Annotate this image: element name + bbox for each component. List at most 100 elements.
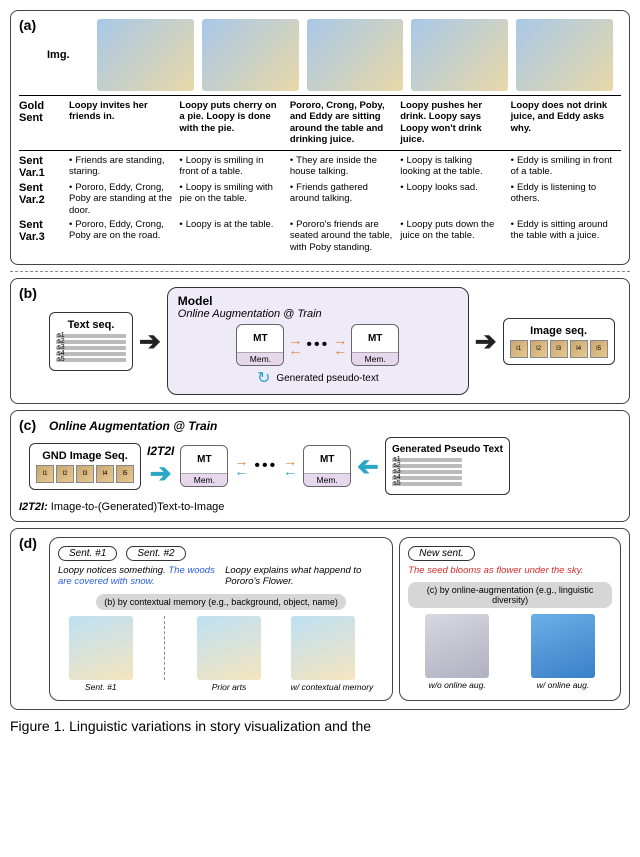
var1-2: Loopy is smiling in front of a table. <box>179 155 289 178</box>
d-cap: w/ contextual memory <box>291 682 374 692</box>
result-image <box>197 616 261 680</box>
text-seq-lines: s1 s2 s3 s4 s5 <box>56 334 126 362</box>
seq-img: I5 <box>590 340 608 358</box>
story-image-3 <box>307 19 404 91</box>
newsent-tab: New sent. <box>408 546 474 561</box>
var3-5: Eddy is sitting around the table with a … <box>511 219 621 242</box>
mt-block: MT Mem. <box>351 324 399 366</box>
model-box: Model Online Augmentation @ Train MT Mem… <box>167 287 469 395</box>
pill-c: (c) by online-augmentation (e.g., lingui… <box>408 582 612 608</box>
s-label: s1 <box>56 334 66 338</box>
image-seq-box: Image seq. I1 I2 I3 I4 I5 <box>503 318 615 365</box>
text-seq-title: Text seq. <box>56 319 126 331</box>
gold-label: Gold Sent <box>19 100 69 124</box>
newsent-text: The seed blooms as flower under the sky. <box>408 565 612 576</box>
i2t2i-caption-bold: I2T2I: <box>19 501 48 513</box>
pseudo-text-box: Generated Pseudo Text s1 s2 s3 s4 s5 <box>385 437 510 495</box>
panel-a-image-row: Img. <box>19 19 621 91</box>
mt-block: MT Mem. <box>180 445 228 487</box>
seq-img: I5 <box>116 465 134 483</box>
var3-row: Sent Var.3 Pororo, Eddy, Crong, Poby are… <box>19 219 621 253</box>
arrow-right-icon: ➔ <box>475 326 497 357</box>
panel-d-left: Sent. #1 Sent. #2 Loopy notices somethin… <box>49 537 393 701</box>
d-img-wrap: w/ contextual memory <box>291 616 374 692</box>
pill-b: (b) by contextual memory (e.g., backgrou… <box>96 594 346 610</box>
d-cap: w/ online aug. <box>531 680 595 690</box>
panel-c-label: (c) <box>19 417 36 433</box>
sent1-text: Loopy notices something. The woods are c… <box>58 565 217 588</box>
gold-2: Loopy puts cherry on a pie. Loopy is don… <box>179 100 289 134</box>
gold-row: Gold Sent Loopy invites her friends in. … <box>19 100 621 146</box>
var2-1: Pororo, Eddy, Crong, Poby are standing a… <box>69 182 179 216</box>
panel-c: (c) Online Augmentation @ Train GND Imag… <box>10 410 630 522</box>
var3-1: Pororo, Eddy, Crong, Poby are on the roa… <box>69 219 179 242</box>
pseudo-text-lines: s1 s2 s3 s4 s5 <box>392 458 462 486</box>
var2-3: Friends gathered around talking. <box>290 182 400 205</box>
sent1-tab: Sent. #1 <box>58 546 117 561</box>
panel-d-inner: Sent. #1 Sent. #2 Loopy notices somethin… <box>19 537 621 701</box>
var3-2: Loopy is at the table. <box>179 219 289 230</box>
story-image-4 <box>411 19 508 91</box>
sent2-text: Loopy explains what happend to Pororo's … <box>225 565 384 588</box>
loop-arrow: ↻ Generated pseudo-text <box>178 368 458 388</box>
gold-3: Pororo, Crong, Poby, and Eddy are sittin… <box>290 100 400 146</box>
seq-img: I4 <box>570 340 588 358</box>
panel-c-title: Online Augmentation @ Train <box>49 419 621 433</box>
d-left-images: Sent. #1 Prior arts w/ contextual memory <box>58 616 384 692</box>
i2t2i-label: I2T2I <box>147 444 174 458</box>
seq-img: I1 <box>510 340 528 358</box>
i2t2i-caption: I2T2I: Image-to-(Generated)Text-to-Image <box>19 501 621 513</box>
dashed-divider <box>10 271 630 272</box>
var1-4: Loopy is talking looking at the table. <box>400 155 510 178</box>
seq-img: I3 <box>76 465 94 483</box>
arrow-left-icon: ➔ <box>357 451 379 482</box>
s-label: s2 <box>56 340 66 344</box>
d-cap: Sent. #1 <box>69 682 133 692</box>
seq-img: I4 <box>96 465 114 483</box>
var2-2: Loopy is smiling with pie on the table. <box>179 182 289 205</box>
panel-b-flow: Text seq. s1 s2 s3 s4 s5 ➔ Model Online … <box>19 287 621 395</box>
mem-label: Mem. <box>352 352 398 365</box>
d-img-wrap: w/o online aug. <box>425 614 489 690</box>
panel-c-flow: GND Image Seq. I1 I2 I3 I4 I5 I2T2I ➔ MT… <box>19 437 621 495</box>
panel-a-label: (a) <box>19 17 36 33</box>
i2t2i-caption-rest: Image-to-(Generated)Text-to-Image <box>48 501 225 513</box>
panel-d: (d) Sent. #1 Sent. #2 Loopy notices some… <box>10 528 630 710</box>
story-image-5 <box>516 19 613 91</box>
result-image <box>69 616 133 680</box>
var3-4: Loopy puts down the juice on the table. <box>400 219 510 242</box>
s-label: s3 <box>56 346 66 350</box>
image-seq: I1 I2 I3 I4 I5 <box>510 340 608 358</box>
var1-5: Eddy is smiling in front of a table. <box>511 155 621 178</box>
result-image <box>291 616 355 680</box>
figure-caption: Figure 1. Linguistic variations in story… <box>10 718 630 734</box>
var1-3: They are inside the house talking. <box>290 155 400 178</box>
gnd-image-seq-box: GND Image Seq. I1 I2 I3 I4 I5 <box>29 443 141 490</box>
panel-b: (b) Text seq. s1 s2 s3 s4 s5 ➔ Model Onl… <box>10 278 630 404</box>
dots-icon: ••• <box>306 336 329 354</box>
var1-row: Sent Var.1 Friends are standing, staring… <box>19 155 621 179</box>
mem-label: Mem. <box>237 352 283 365</box>
gnd-title: GND Image Seq. <box>36 450 134 462</box>
var2-5: Eddy is listening to others. <box>511 182 621 205</box>
rule <box>19 150 621 151</box>
panel-d-label: (d) <box>19 535 37 551</box>
dots-icon: ••• <box>254 457 277 475</box>
exchange-arrows-icon: →← <box>333 335 347 355</box>
var2-label: Sent Var.2 <box>19 182 69 206</box>
pseudo-title: Generated Pseudo Text <box>392 444 503 455</box>
i2t2i-arrow-group: I2T2I ➔ <box>147 444 174 489</box>
img-row-label: Img. <box>47 49 97 61</box>
text-seq-box: Text seq. s1 s2 s3 s4 s5 <box>49 312 133 371</box>
image-seq: I1 I2 I3 I4 I5 <box>36 465 134 483</box>
panel-d-right: New sent. The seed blooms as flower unde… <box>399 537 621 701</box>
d-img-wrap: Sent. #1 <box>69 616 133 692</box>
d-cap: w/o online aug. <box>425 680 489 690</box>
var2-4: Loopy looks sad. <box>400 182 510 193</box>
mt-label: MT <box>304 446 350 473</box>
seq-img: I2 <box>530 340 548 358</box>
seq-img: I1 <box>36 465 54 483</box>
mt-label: MT <box>352 325 398 352</box>
arrow-right-icon: ➔ <box>139 326 161 357</box>
arrow-right-icon: ➔ <box>147 458 174 489</box>
